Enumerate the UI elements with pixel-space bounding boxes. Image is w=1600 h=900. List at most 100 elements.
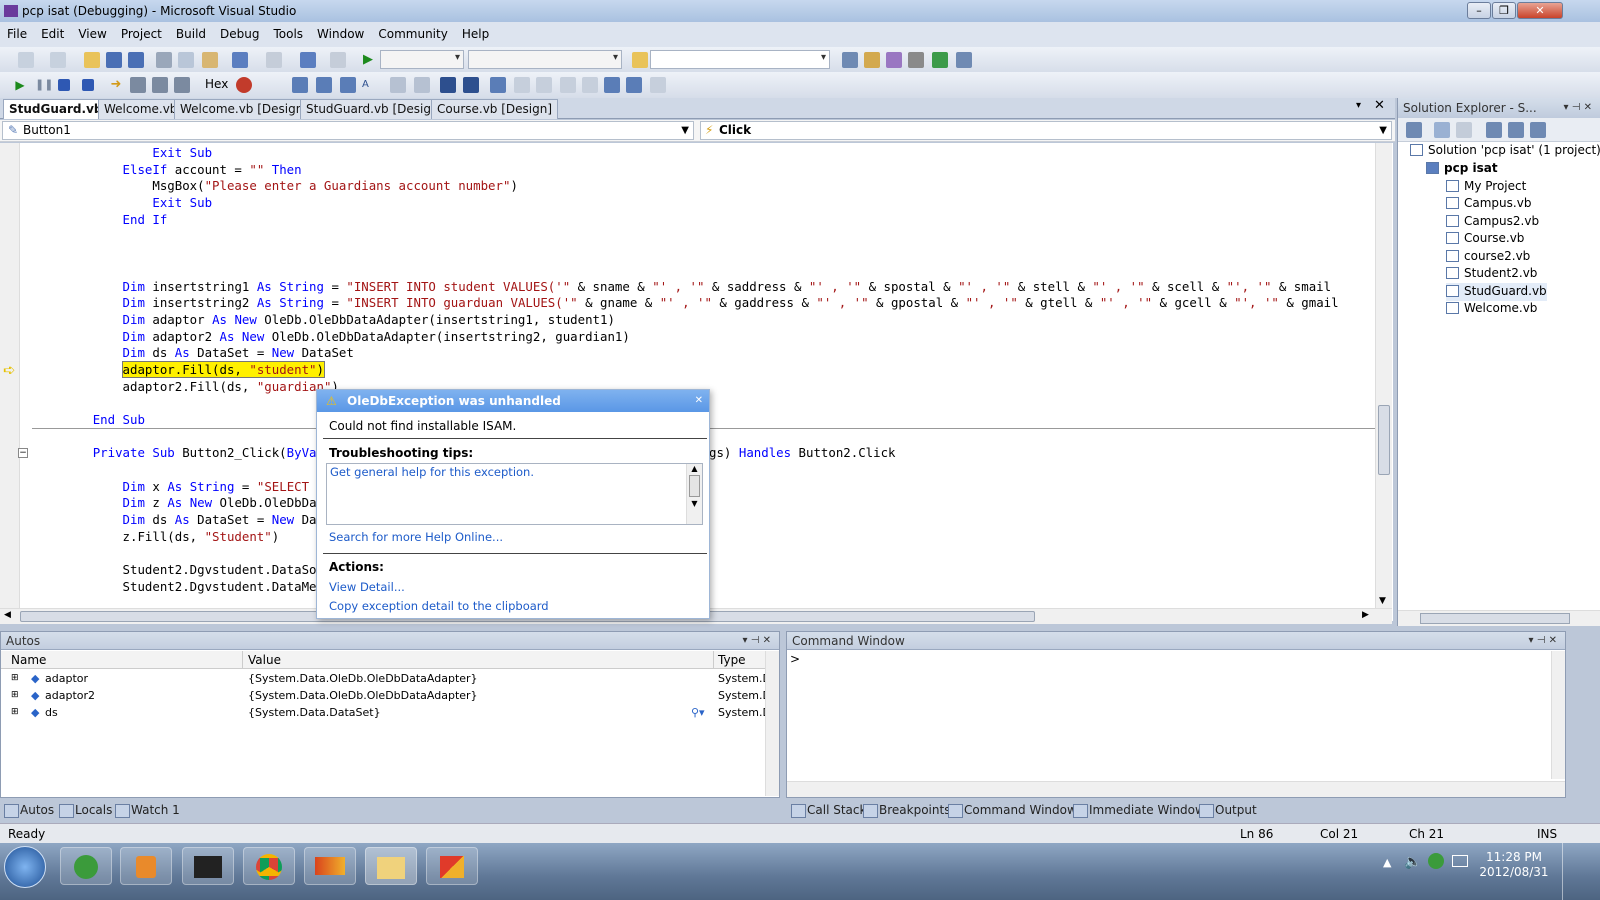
bookmark-icon[interactable] bbox=[490, 77, 506, 93]
stop-debugging-icon[interactable] bbox=[58, 79, 70, 91]
object-browser-icon[interactable] bbox=[886, 52, 902, 68]
tab-welcome-vb[interactable]: Welcome.vb bbox=[98, 99, 184, 119]
breakpoints-icon[interactable] bbox=[236, 77, 252, 93]
editor-vertical-scrollbar[interactable]: ▼ bbox=[1375, 143, 1392, 608]
tab-studguard-design[interactable]: StudGuard.vb [Design] bbox=[300, 99, 450, 119]
scrollbar-thumb[interactable] bbox=[689, 475, 700, 497]
undo-icon[interactable] bbox=[232, 52, 248, 68]
tab-output[interactable]: Output bbox=[1197, 800, 1257, 820]
solution-platform-dropdown[interactable] bbox=[468, 50, 622, 69]
open-file-icon[interactable] bbox=[84, 52, 100, 68]
scrollbar-thumb[interactable] bbox=[1378, 405, 1390, 475]
tree-item-course[interactable]: Course.vb bbox=[1446, 230, 1524, 248]
solution-horizontal-scrollbar[interactable] bbox=[1398, 610, 1600, 626]
tree-project[interactable]: pcp isat bbox=[1426, 160, 1498, 178]
tree-item-course2[interactable]: course2.vb bbox=[1446, 248, 1530, 266]
window-controls-icon[interactable]: ▾ ⊣ ✕ bbox=[1529, 632, 1557, 650]
class-diagram-icon[interactable] bbox=[1530, 122, 1546, 138]
tree-item-campus2[interactable]: Campus2.vb bbox=[1446, 213, 1539, 231]
clock[interactable]: 11:28 PM 2012/08/31 bbox=[1475, 850, 1553, 880]
cell-value[interactable]: {System.Data.DataSet} bbox=[248, 704, 381, 721]
solution-explorer-icon[interactable] bbox=[842, 52, 858, 68]
toolbox-icon[interactable] bbox=[908, 52, 924, 68]
indent-icon[interactable] bbox=[414, 77, 430, 93]
outdent-icon[interactable] bbox=[390, 77, 406, 93]
command-horizontal-scrollbar[interactable] bbox=[787, 781, 1565, 797]
media-player-icon[interactable] bbox=[120, 847, 172, 885]
command-prompt[interactable]: > bbox=[790, 652, 800, 666]
solution-configuration-dropdown[interactable] bbox=[380, 50, 464, 69]
paste-icon[interactable] bbox=[202, 52, 218, 68]
format-icon[interactable] bbox=[292, 77, 308, 93]
cell-value[interactable]: {System.Data.OleDb.OleDbDataAdapter} bbox=[248, 670, 478, 687]
menu-tools[interactable]: Tools bbox=[266, 22, 310, 47]
show-next-statement-icon[interactable]: ➜ bbox=[108, 77, 124, 93]
find-in-files-icon[interactable] bbox=[632, 52, 648, 68]
show-hidden-icons-icon[interactable]: ▲ bbox=[1383, 856, 1391, 869]
save-icon[interactable] bbox=[106, 52, 122, 68]
general-help-link[interactable]: Get general help for this exception. bbox=[330, 465, 534, 479]
table-row[interactable]: ⊞ ◆ ds {System.Data.DataSet} ⚲▾ System.D bbox=[1, 704, 771, 721]
tab-welcome-design[interactable]: Welcome.vb [Design] bbox=[174, 99, 315, 119]
utorrent-icon[interactable] bbox=[60, 847, 112, 885]
uncomment-icon[interactable] bbox=[463, 77, 479, 93]
prev-bookmark-icon[interactable] bbox=[514, 77, 530, 93]
format3-icon[interactable] bbox=[340, 77, 356, 93]
windows-explorer-icon[interactable] bbox=[365, 847, 417, 885]
step-into-icon[interactable] bbox=[130, 77, 146, 93]
tab-call-stack[interactable]: Call Stack bbox=[789, 800, 866, 820]
navigate-backward-icon[interactable] bbox=[300, 52, 316, 68]
navigate-forward-icon[interactable] bbox=[330, 52, 346, 68]
table-row[interactable]: ⊞ ◆ adaptor2 {System.Data.OleDb.OleDbDat… bbox=[1, 687, 771, 704]
tab-breakpoints[interactable]: Breakpoints bbox=[861, 800, 950, 820]
class-name-dropdown[interactable]: ✎ Button1 ▼ bbox=[2, 121, 694, 140]
menu-help[interactable]: Help bbox=[455, 22, 496, 47]
network-icon[interactable] bbox=[1452, 855, 1468, 867]
tab-autos[interactable]: Autos bbox=[2, 800, 54, 820]
next-bookmark-doc-icon[interactable] bbox=[626, 77, 642, 93]
table-row[interactable]: ⊞ ◆ adaptor {System.Data.OleDb.OleDbData… bbox=[1, 670, 771, 687]
prev-bookmark-doc-icon[interactable] bbox=[604, 77, 620, 93]
scrollbar-thumb[interactable] bbox=[1420, 613, 1570, 624]
start-page-icon[interactable] bbox=[932, 52, 948, 68]
close-button[interactable]: ✕ bbox=[1517, 2, 1563, 19]
step-over-icon[interactable] bbox=[152, 77, 168, 93]
scroll-right-arrow-icon[interactable]: ▶ bbox=[1362, 610, 1369, 620]
indicator-margin[interactable] bbox=[0, 143, 20, 621]
menu-community[interactable]: Community bbox=[371, 22, 454, 47]
step-out-icon[interactable] bbox=[174, 77, 190, 93]
office-icon[interactable] bbox=[426, 847, 478, 885]
start-button[interactable] bbox=[4, 846, 46, 888]
new-project-icon[interactable] bbox=[18, 52, 34, 68]
show-desktop-button[interactable] bbox=[1562, 843, 1600, 900]
tree-item-student2[interactable]: Student2.vb bbox=[1446, 265, 1537, 283]
tree-item-studguard[interactable]: StudGuard.vb bbox=[1446, 283, 1547, 301]
pin-icon[interactable]: ▾ ⊣ ✕ bbox=[1564, 98, 1592, 118]
menu-build[interactable]: Build bbox=[169, 22, 213, 47]
tab-list-dropdown-icon[interactable]: ▾ bbox=[1356, 100, 1361, 111]
autos-scrollbar[interactable] bbox=[765, 651, 779, 796]
volume-icon[interactable]: 🔈 bbox=[1404, 854, 1421, 870]
tree-solution[interactable]: Solution 'pcp isat' (1 project) bbox=[1410, 142, 1600, 160]
visual-studio-taskbar-icon[interactable] bbox=[304, 847, 356, 885]
add-item-icon[interactable] bbox=[50, 52, 66, 68]
expand-icon[interactable]: ⊞ bbox=[11, 687, 19, 704]
copy-exception-link[interactable]: Copy exception detail to the clipboard bbox=[329, 599, 549, 613]
scroll-down-arrow-icon[interactable]: ▼ bbox=[687, 499, 702, 508]
menu-file[interactable]: File bbox=[0, 22, 34, 47]
scroll-up-arrow-icon[interactable]: ▲ bbox=[687, 464, 702, 473]
redo-icon[interactable] bbox=[266, 52, 282, 68]
next-bookmark-icon[interactable] bbox=[536, 77, 552, 93]
tab-locals[interactable]: Locals bbox=[57, 800, 112, 820]
scroll-down-arrow-icon[interactable]: ▼ bbox=[1379, 596, 1386, 606]
text-icon[interactable]: A bbox=[362, 77, 378, 93]
other-windows-icon[interactable] bbox=[956, 52, 972, 68]
find-combo[interactable] bbox=[650, 50, 830, 69]
cell-value[interactable]: {System.Data.OleDb.OleDbDataAdapter} bbox=[248, 687, 478, 704]
tab-watch1[interactable]: Watch 1 bbox=[113, 800, 180, 820]
tree-item-my-project[interactable]: My Project bbox=[1446, 178, 1526, 196]
prev-bookmark-folder-icon[interactable] bbox=[560, 77, 576, 93]
collapse-region-icon[interactable]: − bbox=[18, 448, 28, 458]
expand-icon[interactable]: ⊞ bbox=[11, 704, 19, 721]
start-debugging-icon[interactable]: ▶ bbox=[360, 52, 376, 68]
